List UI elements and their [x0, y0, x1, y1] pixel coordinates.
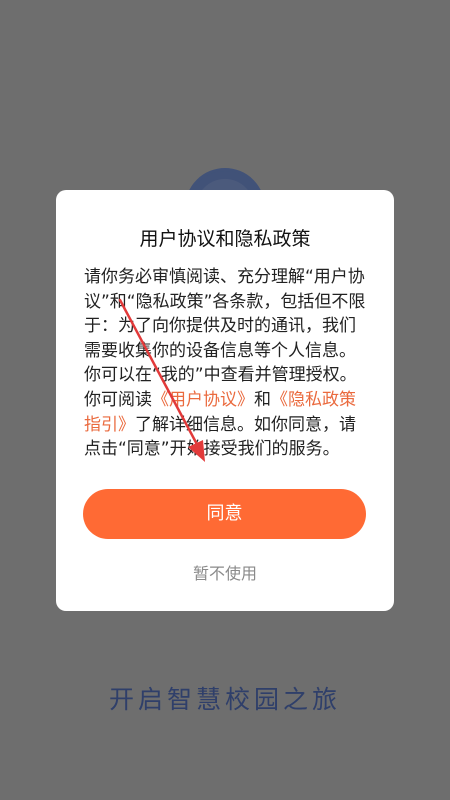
dialog-title: 用户协议和隐私政策	[139, 228, 311, 250]
body-text-and: 和	[254, 389, 271, 410]
slogan-text: 开启智慧校园之旅	[108, 685, 341, 714]
decline-button[interactable]: 暂不使用	[56, 560, 394, 584]
user-agreement-link[interactable]: 《用户协议》	[152, 390, 254, 410]
dialog-body: 请你务必审慎阅读、充分理解“用户协议”和“隐私政策”各条款，包括但不限于：为了向…	[84, 265, 370, 462]
agree-button[interactable]: 同意	[83, 489, 366, 539]
body-text-intro: 请你务必审慎阅读、充分理解“用户协议”和“隐私政策”各条款，包括但不限于：为了向…	[84, 267, 366, 410]
privacy-dialog: 用户协议和隐私政策 请你务必审慎阅读、充分理解“用户协议”和“隐私政策”各条款，…	[56, 190, 394, 611]
